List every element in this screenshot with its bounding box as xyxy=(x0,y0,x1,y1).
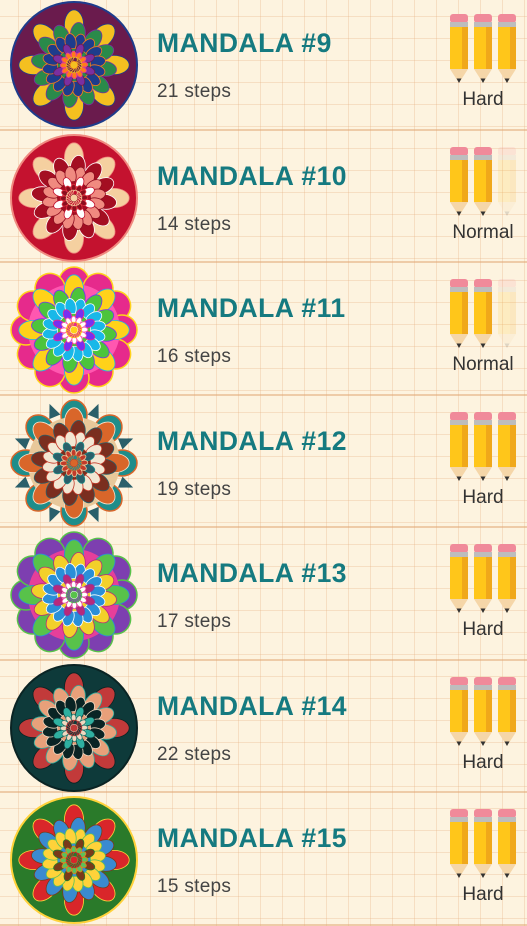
mandala-title: MANDALA #10 xyxy=(157,160,348,191)
list-item[interactable]: MANDALA #13 17 steps Hard xyxy=(0,528,527,661)
pencil-icon xyxy=(450,809,516,878)
difficulty-label: Hard xyxy=(462,619,504,640)
mandala-thumbnail[interactable] xyxy=(9,0,139,130)
steps-count: 16 steps xyxy=(157,346,232,367)
mandala-image xyxy=(10,266,138,394)
mandala-title: MANDALA #11 xyxy=(157,293,346,323)
steps-count: 21 steps xyxy=(157,81,232,102)
list-item[interactable]: MANDALA #11 16 steps Normal xyxy=(0,263,527,396)
mandala-title: MANDALA #15 xyxy=(157,823,348,853)
mandala-thumbnail[interactable] xyxy=(9,133,139,263)
pencil-icon xyxy=(450,146,516,216)
list-item[interactable]: MANDALA #10 14 steps Normal xyxy=(0,131,527,263)
mandala-image xyxy=(10,531,138,659)
mandala-title: MANDALA #14 xyxy=(157,690,348,721)
list-item[interactable]: MANDALA #15 15 steps Hard xyxy=(0,793,527,926)
difficulty-label: Hard xyxy=(462,751,504,773)
pencil-icon xyxy=(450,14,516,83)
mandala-image xyxy=(10,398,138,527)
difficulty-label: Normal xyxy=(452,221,514,243)
pencil-icon xyxy=(450,544,516,613)
steps-count: 15 steps xyxy=(157,876,232,897)
difficulty-pencils xyxy=(450,146,516,219)
steps-count: 19 steps xyxy=(157,478,232,500)
difficulty-pencils xyxy=(450,544,516,616)
mandala-thumbnail[interactable] xyxy=(9,795,139,925)
difficulty-pencils xyxy=(450,14,516,86)
list-item[interactable]: MANDALA #9 21 steps Hard xyxy=(0,0,527,131)
steps-count: 17 steps xyxy=(157,611,232,632)
pencil-icon xyxy=(450,279,516,348)
steps-count: 14 steps xyxy=(157,213,232,235)
difficulty-label: Hard xyxy=(462,486,504,508)
mandala-image xyxy=(10,796,138,924)
mandala-image xyxy=(10,663,138,792)
list-item[interactable]: MANDALA #14 22 steps Hard xyxy=(0,661,527,793)
mandala-thumbnail[interactable] xyxy=(9,265,139,395)
list-item[interactable]: MANDALA #12 19 steps Hard xyxy=(0,396,527,528)
mandala-thumbnail[interactable] xyxy=(9,398,139,528)
steps-count: 22 steps xyxy=(157,743,232,765)
mandala-image xyxy=(10,133,138,262)
mandala-thumbnail[interactable] xyxy=(9,663,139,793)
difficulty-label: Hard xyxy=(462,884,504,905)
mandala-list: MANDALA #9 21 steps Hard MANDALA #10 14 … xyxy=(0,0,527,926)
mandala-title: MANDALA #13 xyxy=(157,558,348,588)
difficulty-pencils xyxy=(450,411,516,484)
difficulty-label: Normal xyxy=(452,354,514,375)
mandala-image xyxy=(10,1,138,129)
mandala-title: MANDALA #9 xyxy=(157,28,332,58)
pencil-icon xyxy=(450,411,516,481)
difficulty-pencils xyxy=(450,279,516,351)
mandala-thumbnail[interactable] xyxy=(9,530,139,660)
pencil-icon xyxy=(450,676,516,746)
difficulty-label: Hard xyxy=(462,89,504,110)
mandala-title: MANDALA #12 xyxy=(157,425,348,456)
difficulty-pencils xyxy=(450,676,516,749)
difficulty-pencils xyxy=(450,809,516,881)
